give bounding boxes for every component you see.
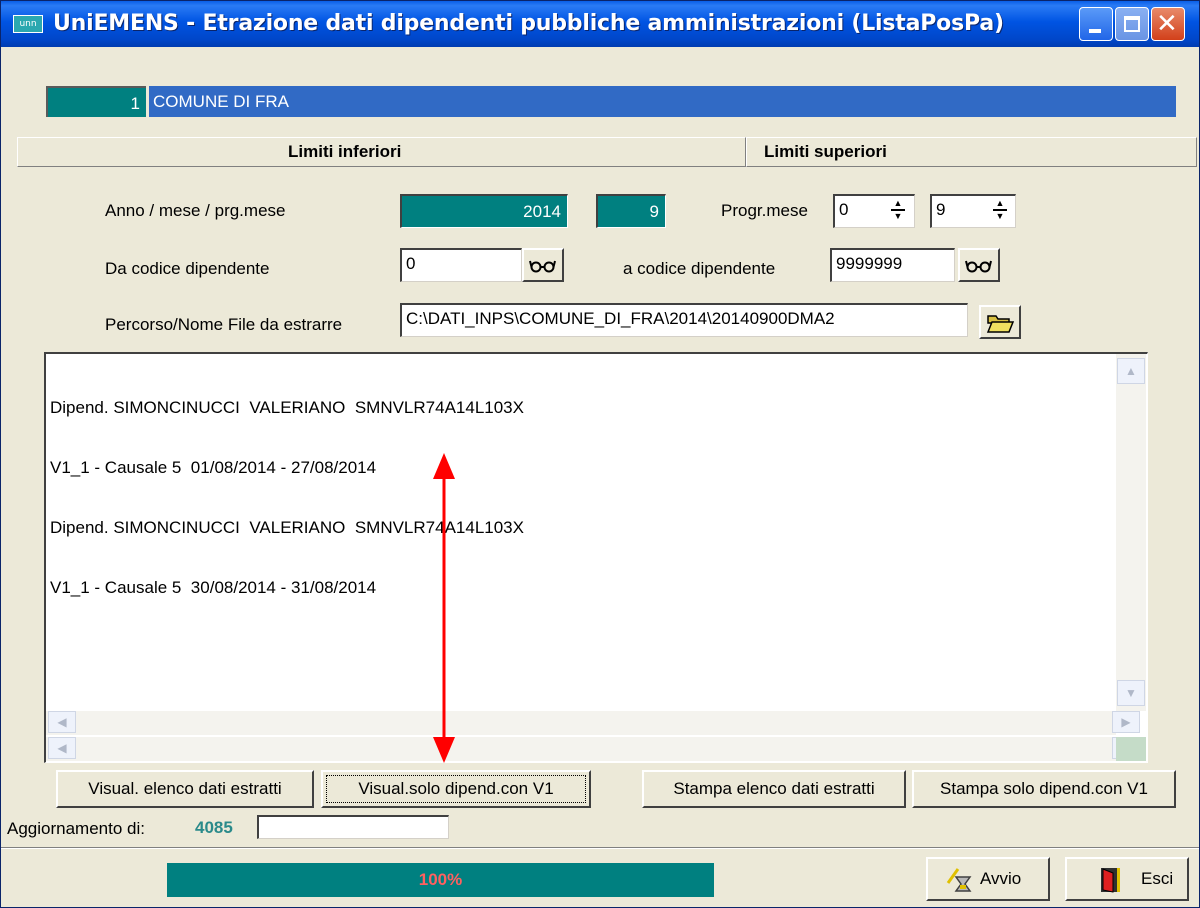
progr-mese-to-value: 9 [936, 200, 946, 219]
hourglass-icon [946, 868, 972, 892]
da-codice-value: 0 [406, 254, 416, 273]
visual-solo-button[interactable]: Visual.solo dipend.con V1 [321, 770, 591, 808]
stampa-elenco-button[interactable]: Stampa elenco dati estratti [642, 770, 906, 808]
stampa-solo-button[interactable]: Stampa solo dipend.con V1 [912, 770, 1176, 808]
horizontal-scrollbar-2[interactable]: ◀ ▶ [46, 737, 1140, 761]
lower-limits-header: Limiti inferiori [17, 137, 746, 167]
da-codice-input[interactable]: 0 [400, 248, 522, 282]
upper-limits-header: Limiti superiori [746, 137, 1197, 167]
percorso-value: C:\DATI_INPS\COMUNE_DI_FRA\2014\20140900… [406, 309, 835, 328]
browse-folder-button[interactable] [979, 305, 1021, 339]
horizontal-scrollbar[interactable]: ◀ ▶ [46, 711, 1140, 735]
ente-name-field[interactable]: COMUNE DI FRA [149, 86, 1176, 117]
esci-button[interactable]: Esci [1065, 857, 1189, 901]
title-bar[interactable]: unn UniEMENS - Etrazione dati dipendenti… [1, 1, 1199, 47]
bottom-separator [1, 847, 1199, 849]
progr-from-spinner[interactable]: ▲ ▼ [889, 197, 911, 225]
a-codice-label: a codice dipendente [623, 259, 776, 278]
spin-down-icon[interactable]: ▼ [991, 210, 1009, 222]
spin-up-icon[interactable]: ▲ [889, 197, 907, 209]
close-button[interactable]: ✕ [1151, 7, 1185, 41]
exit-door-icon [1101, 868, 1120, 893]
visual-elenco-button[interactable]: Visual. elenco dati estratti [56, 770, 314, 808]
glasses-icon [529, 260, 556, 273]
progr-to-spinner[interactable]: ▲ ▼ [991, 197, 1013, 225]
minimize-button[interactable] [1079, 7, 1113, 41]
esci-label: Esci [1141, 869, 1174, 888]
scroll-up-icon[interactable]: ▲ [1117, 358, 1145, 384]
ente-code-field[interactable]: 1 [46, 86, 146, 117]
visual-solo-label: Visual.solo dipend.con V1 [326, 775, 586, 803]
double-arrow-icon [433, 453, 455, 763]
spin-down-icon[interactable]: ▼ [889, 210, 907, 222]
output-line: Dipend. SIMONCINUCCI VALERIANO SMNVLR74A… [50, 398, 524, 417]
close-icon: ✕ [1156, 9, 1178, 39]
aggiornamento-label: Aggiornamento di: [7, 819, 145, 838]
anno-mese-label: Anno / mese / prg.mese [105, 201, 286, 220]
percorso-label: Percorso/Nome File da estrarre [105, 315, 343, 334]
anno-field[interactable]: 2014 [400, 194, 568, 228]
progr-mese-from-value: 0 [839, 200, 849, 219]
maximize-button[interactable] [1115, 7, 1149, 41]
percorso-input[interactable]: C:\DATI_INPS\COMUNE_DI_FRA\2014\20140900… [400, 303, 968, 337]
main-window: unn UniEMENS - Etrazione dati dipendenti… [0, 0, 1200, 908]
a-codice-value: 9999999 [836, 254, 903, 273]
window-title: UniEMENS - Etrazione dati dipendenti pub… [53, 11, 1004, 36]
search-a-codice-button[interactable] [958, 248, 1000, 282]
scroll-corner [1116, 737, 1146, 761]
avvio-button[interactable]: Avvio [926, 857, 1050, 901]
da-codice-label: Da codice dipendente [105, 259, 270, 278]
scroll-left-icon[interactable]: ◀ [48, 711, 76, 733]
search-da-codice-button[interactable] [522, 248, 564, 282]
aggiornamento-field[interactable] [257, 815, 449, 839]
avvio-label: Avvio [980, 869, 1022, 888]
scroll-left-icon[interactable]: ◀ [48, 737, 76, 759]
aggiornamento-value: 4085 [195, 818, 233, 837]
limits-header: Limiti inferiori Limiti superiori [17, 137, 1197, 167]
minimize-icon [1089, 29, 1101, 33]
mese-field[interactable]: 9 [596, 194, 666, 228]
scroll-right-icon[interactable]: ▶ [1112, 711, 1140, 733]
progress-bar: 100% [167, 863, 714, 897]
output-textarea[interactable]: Dipend. SIMONCINUCCI VALERIANO SMNVLR74A… [44, 352, 1148, 763]
vertical-scrollbar[interactable]: ▲ ▼ [1116, 354, 1146, 711]
scroll-down-icon[interactable]: ▼ [1117, 680, 1145, 706]
folder-open-icon [986, 315, 1015, 333]
progr-mese-label: Progr.mese [721, 201, 808, 220]
a-codice-input[interactable]: 9999999 [830, 248, 955, 282]
app-icon: unn [13, 15, 43, 33]
maximize-icon [1124, 16, 1140, 32]
glasses-icon [965, 260, 992, 273]
spin-up-icon[interactable]: ▲ [991, 197, 1009, 209]
